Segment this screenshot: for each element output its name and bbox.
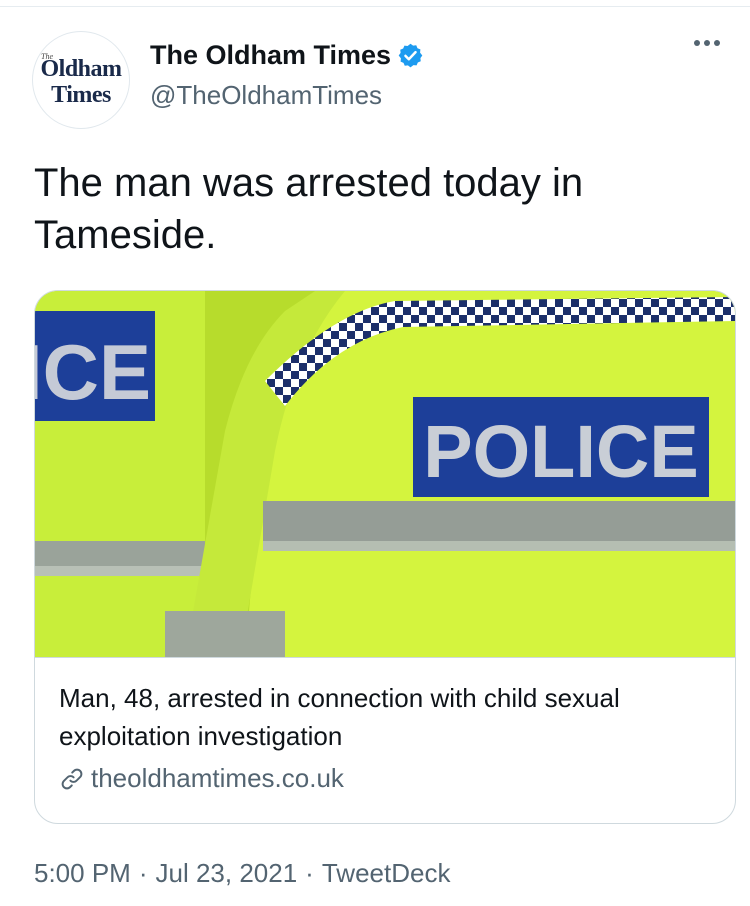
verified-badge-icon	[398, 43, 423, 68]
display-name[interactable]: The Oldham Times	[150, 40, 391, 71]
more-options-icon[interactable]	[694, 40, 720, 46]
tweet-time[interactable]: 5:00 PM	[34, 858, 131, 888]
author-name-row[interactable]: The Oldham Times	[150, 40, 424, 71]
card-image[interactable]: ICE POLICE	[35, 291, 735, 657]
card-url[interactable]: theoldhamtimes.co.uk	[59, 763, 344, 794]
card-title[interactable]: Man, 48, arrested in connection with chi…	[59, 679, 719, 755]
link-icon	[61, 768, 83, 789]
meta-separator: ·	[305, 858, 314, 888]
card-image-police-text: POLICE	[423, 410, 698, 493]
avatar[interactable]: The Oldham Times	[32, 31, 130, 129]
card-image-partial-text: ICE	[35, 328, 151, 416]
tweet-date[interactable]: Jul 23, 2021	[156, 858, 298, 888]
card-divider	[35, 657, 735, 658]
handle[interactable]: @TheOldhamTimes	[150, 80, 382, 111]
avatar-logo-line2: Times	[51, 82, 111, 108]
top-divider	[0, 6, 750, 7]
tweet-meta: 5:00 PM · Jul 23, 2021 · TweetDeck	[34, 858, 450, 889]
card-url-text: theoldhamtimes.co.uk	[91, 763, 344, 793]
tweet-text: The man was arrested today in Tameside.	[34, 161, 584, 257]
meta-separator: ·	[138, 858, 148, 888]
link-card[interactable]: ICE POLICE Man, 48, arrested in connecti…	[34, 290, 736, 824]
tweet-source[interactable]: TweetDeck	[322, 858, 451, 888]
avatar-logo-line1: Oldham	[40, 56, 122, 82]
